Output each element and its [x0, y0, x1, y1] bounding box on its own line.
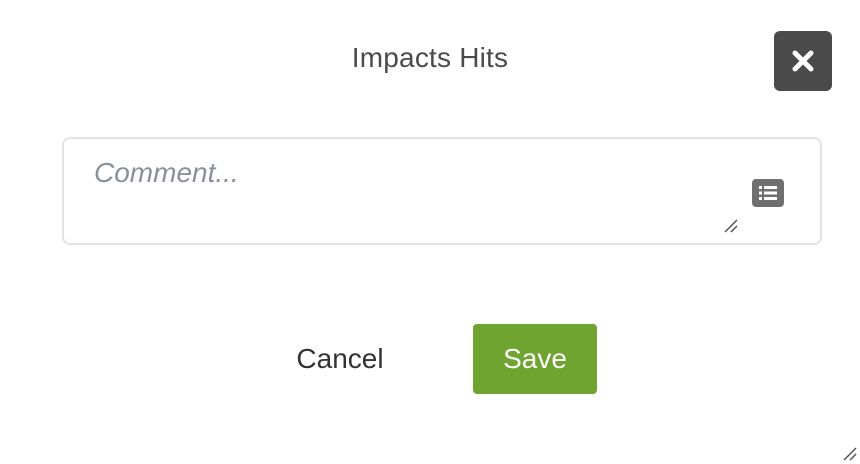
close-icon [792, 50, 814, 72]
comment-box [62, 137, 822, 245]
list-icon[interactable] [752, 179, 784, 207]
dialog-title: Impacts Hits [351, 42, 509, 73]
impacts-hits-dialog: Impacts Hits Cancel Save [0, 0, 860, 464]
close-button[interactable] [774, 31, 832, 91]
comment-input[interactable] [64, 139, 744, 243]
cancel-button[interactable]: Cancel [280, 324, 400, 394]
save-button[interactable]: Save [473, 324, 597, 394]
list-icon-glyph [759, 186, 777, 200]
textarea-resize-handle[interactable] [722, 217, 740, 235]
dialog-resize-handle[interactable] [842, 446, 858, 462]
